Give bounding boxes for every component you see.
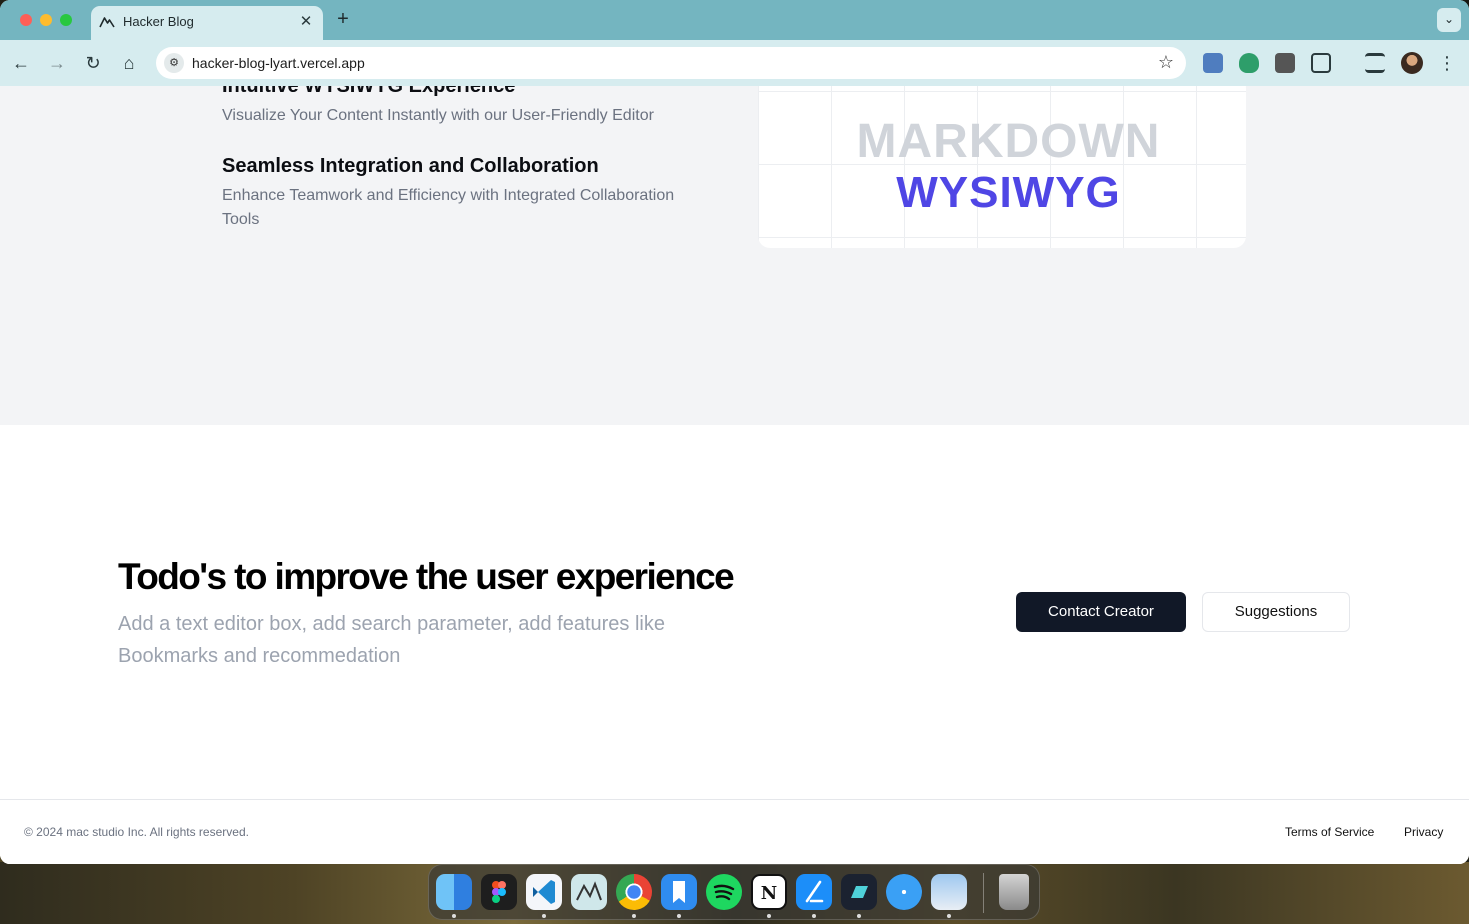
- media-controls-icon[interactable]: [1365, 53, 1385, 73]
- graph-icon: [576, 881, 602, 901]
- maximize-window-button[interactable]: [60, 14, 72, 26]
- contact-creator-button[interactable]: Contact Creator: [1016, 592, 1186, 632]
- cta-heading: Todo's to improve the user experience: [118, 556, 735, 597]
- finder-icon[interactable]: [436, 874, 472, 910]
- vscode-logo-icon: [533, 880, 555, 904]
- preview-icon[interactable]: [931, 874, 967, 910]
- tab-search-chevron-icon[interactable]: ⌄: [1437, 8, 1461, 32]
- feature-desc-integration: Enhance Teamwork and Efficiency with Int…: [222, 187, 675, 228]
- profile-avatar[interactable]: [1401, 52, 1423, 74]
- running-indicator: [677, 914, 681, 918]
- back-icon[interactable]: ←: [10, 52, 32, 74]
- browser-toolbar: ← → ↻ ⌂ ⚙ hacker-blog-lyart.vercel.app ☆…: [0, 40, 1469, 86]
- tab-hacker-blog[interactable]: Hacker Blog ✕: [91, 6, 323, 40]
- forward-icon[interactable]: →: [46, 52, 68, 74]
- dock-separator: [983, 873, 984, 913]
- safari-icon[interactable]: [886, 874, 922, 910]
- spotify-waves-icon: [713, 884, 735, 901]
- terms-of-service-link[interactable]: Terms of Service: [1285, 825, 1374, 839]
- close-window-button[interactable]: [20, 14, 32, 26]
- home-icon[interactable]: ⌂: [118, 52, 140, 74]
- vscode-icon[interactable]: [526, 874, 562, 910]
- activity-graph-app-icon[interactable]: [571, 874, 607, 910]
- extension-q-icon[interactable]: [1275, 53, 1295, 73]
- running-indicator: [767, 914, 771, 918]
- features-section: Intuitive WYSIWYG Experience Visualize Y…: [0, 86, 1469, 425]
- minimize-window-button[interactable]: [40, 14, 52, 26]
- tab-bar: Hacker Blog ✕ + ⌄: [0, 0, 1469, 40]
- suggestions-button[interactable]: Suggestions: [1202, 592, 1350, 632]
- footer: © 2024 mac studio Inc. All rights reserv…: [0, 799, 1469, 864]
- new-tab-button[interactable]: +: [333, 9, 353, 29]
- macos-dock: N: [428, 864, 1040, 920]
- bookmarks-app-icon[interactable]: [661, 874, 697, 910]
- url-text[interactable]: hacker-blog-lyart.vercel.app: [192, 55, 365, 71]
- close-tab-icon[interactable]: ✕: [297, 13, 315, 31]
- running-indicator: [812, 914, 816, 918]
- card-wysiwyg-text: WYSIWYG: [896, 168, 1121, 217]
- card-markdown-text: MARKDOWN: [856, 115, 1161, 168]
- feature-title-wysiwyg: Intuitive WYSIWYG Experience: [222, 86, 516, 97]
- running-indicator: [947, 914, 951, 918]
- page-content: Intuitive WYSIWYG Experience Visualize Y…: [0, 86, 1469, 864]
- bookmark-star-icon[interactable]: ☆: [1158, 52, 1174, 73]
- extension-shield-icon[interactable]: [1239, 53, 1259, 73]
- browser-window: Hacker Blog ✕ + ⌄ ← → ↻ ⌂ ⚙ hacker-blog-…: [0, 0, 1469, 864]
- pencil-icon: [805, 880, 824, 903]
- address-bar[interactable]: ⚙ hacker-blog-lyart.vercel.app ☆: [156, 47, 1186, 79]
- markdown-wysiwyg-card: MARKDOWN WYSIWYG: [758, 86, 1246, 248]
- footer-copyright: © 2024 mac studio Inc. All rights reserv…: [24, 825, 249, 839]
- feature-title-integration: Seamless Integration and Collaboration: [222, 155, 599, 177]
- notion-icon[interactable]: N: [751, 874, 787, 910]
- privacy-link[interactable]: Privacy: [1404, 825, 1443, 839]
- parallelogram-icon: [851, 886, 868, 898]
- dev-tool-icon[interactable]: [841, 874, 877, 910]
- feature-desc-wysiwyg: Visualize Your Content Instantly with ou…: [222, 107, 654, 124]
- extensions-puzzle-icon[interactable]: [1311, 53, 1331, 73]
- extension-translate-icon[interactable]: [1203, 53, 1223, 73]
- site-info-icon[interactable]: ⚙: [164, 53, 184, 73]
- cta-description: Add a text editor box, add search parame…: [118, 613, 665, 667]
- figma-icon[interactable]: [481, 874, 517, 910]
- running-indicator: [452, 914, 456, 918]
- running-indicator: [857, 914, 861, 918]
- trash-icon[interactable]: [999, 874, 1029, 910]
- browser-menu-icon[interactable]: ⋮: [1438, 51, 1456, 75]
- reload-icon[interactable]: ↻: [82, 52, 104, 74]
- running-indicator: [542, 914, 546, 918]
- tab-title: Hacker Blog: [123, 14, 194, 29]
- running-indicator: [632, 914, 636, 918]
- mountain-favicon-icon: [99, 17, 115, 28]
- figma-logo-icon: [492, 881, 506, 903]
- bookmark-ribbon-icon: [673, 881, 685, 903]
- app-store-icon[interactable]: [796, 874, 832, 910]
- chrome-icon[interactable]: [616, 874, 652, 910]
- spotify-icon[interactable]: [706, 874, 742, 910]
